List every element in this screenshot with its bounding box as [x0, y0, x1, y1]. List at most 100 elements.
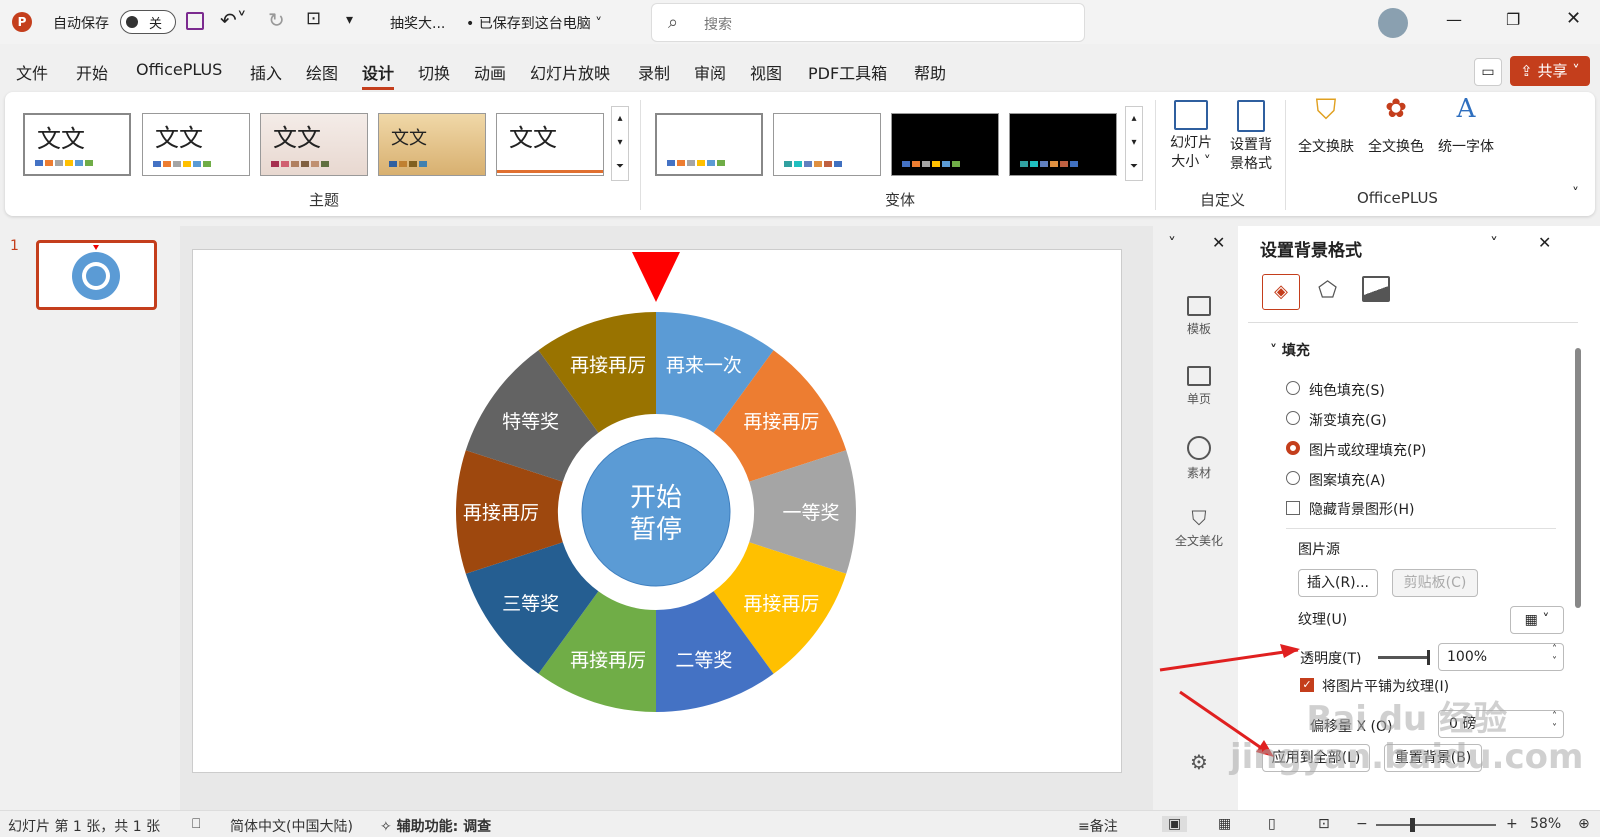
language[interactable]: 简体中文(中国大陆): [230, 816, 353, 836]
tab-design[interactable]: 设计: [362, 60, 395, 90]
fill-section-header[interactable]: ˅ 填充: [1270, 340, 1310, 360]
tab-insert[interactable]: 插入: [250, 60, 282, 84]
texture-picker[interactable]: ▦ ˅: [1510, 606, 1564, 634]
autosave-toggle[interactable]: 关: [120, 10, 176, 34]
prize-wheel[interactable]: 再来一次再接再厉一等奖再接再厉二等奖再接再厉三等奖再接再厉特等奖再接再厉开始暂停: [193, 250, 1123, 774]
slide-thumbnail[interactable]: [36, 240, 157, 310]
tab-view[interactable]: 视图: [750, 60, 782, 84]
hide-bg-label[interactable]: 隐藏背景图形(H): [1309, 499, 1414, 519]
slide-canvas[interactable]: 再来一次 再接再厉 一等奖 再接再厉 二等奖 再接再厉 三等奖 再接再厉 特等奖 再接再厉 开始 暂停: [192, 249, 1122, 773]
panel-close-icon[interactable]: ✕: [1538, 233, 1551, 252]
collapse-icon[interactable]: ˅: [1168, 234, 1176, 253]
notes-button[interactable]: ≡备注: [1078, 816, 1118, 836]
theme-5[interactable]: 文文: [496, 113, 604, 176]
accessibility[interactable]: ✧ 辅助功能: 调查: [380, 816, 491, 836]
zoom-in-icon[interactable]: +: [1506, 816, 1518, 832]
zoom-out-icon[interactable]: −: [1356, 816, 1368, 832]
variant-1[interactable]: [655, 113, 763, 176]
customize-quick-access-icon[interactable]: ▾: [346, 12, 353, 28]
tab-help[interactable]: 帮助: [914, 60, 946, 84]
comments-icon[interactable]: ▭: [1474, 58, 1502, 86]
tab-pdf-tools[interactable]: PDF工具箱: [808, 60, 887, 84]
redo-icon[interactable]: ↻: [268, 8, 285, 32]
search-box[interactable]: ⌕ 搜索: [651, 3, 1085, 42]
transparency-input[interactable]: 100% ˄ ˅: [1438, 643, 1564, 671]
pattern-fill-label[interactable]: 图案填充(A): [1309, 470, 1386, 490]
change-skin-button[interactable]: ⛉ 全文换肤: [1293, 96, 1359, 157]
effects-tab-icon[interactable]: ⬠: [1318, 278, 1337, 303]
picture-fill-label[interactable]: 图片或纹理填充(P): [1309, 440, 1426, 460]
texture-label: 纹理(U): [1298, 612, 1348, 628]
start-stop-label[interactable]: 暂停: [630, 515, 682, 545]
wheel-segment-label: 再接再厉: [463, 502, 539, 524]
zoom-slider[interactable]: [1376, 818, 1496, 832]
theme-gallery-scroll[interactable]: ▴ ▾ ⏷: [611, 106, 629, 181]
minimize-icon[interactable]: —: [1446, 10, 1462, 29]
restore-icon[interactable]: ❐: [1506, 10, 1520, 29]
picture-tab-icon[interactable]: [1362, 276, 1390, 302]
clipboard-button: 剪贴板(C): [1392, 569, 1478, 597]
theme-2[interactable]: 文文: [142, 113, 250, 176]
tab-transitions[interactable]: 切换: [418, 60, 450, 84]
wheel-segment-label: 再来一次: [666, 355, 742, 377]
insert-picture-button[interactable]: 插入(R)...: [1298, 569, 1378, 597]
wheel-segment-label: 再接再厉: [743, 411, 819, 433]
wheel-segment-label: 一等奖: [782, 502, 839, 524]
tab-animations[interactable]: 动画: [474, 60, 506, 84]
gradient-fill-label[interactable]: 渐变填充(G): [1309, 410, 1387, 430]
close-sidebar-icon[interactable]: ✕: [1212, 233, 1225, 252]
template-icon: [1187, 296, 1211, 316]
variant-4[interactable]: [1009, 113, 1117, 176]
slide-size-button[interactable]: 幻灯片 大小 ˅: [1163, 100, 1219, 172]
transparency-slider[interactable]: [1378, 650, 1430, 665]
share-button[interactable]: ⇪ 共享 ˅: [1510, 56, 1590, 86]
tab-record[interactable]: 录制: [638, 60, 670, 84]
slideshow-icon[interactable]: ⊡: [1318, 816, 1330, 832]
fill-tab-icon[interactable]: ◈: [1262, 274, 1300, 310]
reading-view-icon[interactable]: ▯: [1268, 816, 1276, 832]
gradient-fill-radio[interactable]: [1286, 411, 1300, 425]
undo-icon[interactable]: ↶˅: [220, 8, 247, 32]
normal-view-icon[interactable]: ▣: [1162, 816, 1188, 832]
solid-fill-radio[interactable]: [1286, 381, 1300, 395]
avatar[interactable]: [1378, 8, 1408, 38]
hide-bg-checkbox[interactable]: [1286, 501, 1300, 515]
tab-officeplus[interactable]: OfficePLUS: [136, 60, 222, 79]
sidebar-assets[interactable]: 素材: [1159, 436, 1239, 481]
theme-1[interactable]: 文文: [23, 113, 131, 176]
variant-gallery-scroll[interactable]: ▴ ▾ ⏷: [1125, 106, 1143, 181]
variant-3[interactable]: [891, 113, 999, 176]
tab-file[interactable]: 文件: [16, 60, 48, 84]
theme-3[interactable]: 文文: [260, 113, 368, 176]
solid-fill-label[interactable]: 纯色填充(S): [1309, 380, 1385, 400]
save-icon[interactable]: [186, 12, 204, 30]
spellcheck-icon[interactable]: ⎕: [192, 816, 200, 832]
tab-home[interactable]: 开始: [76, 60, 108, 84]
sidebar-beautify[interactable]: ⛉ 全文美化: [1159, 506, 1239, 549]
theme-4[interactable]: 文文: [378, 113, 486, 176]
pattern-fill-radio[interactable]: [1286, 471, 1300, 485]
group-label-theme: 主题: [309, 191, 340, 209]
sidebar-templates[interactable]: 模板: [1159, 296, 1239, 337]
sidebar-single-page[interactable]: 单页: [1159, 366, 1239, 407]
fit-to-window-icon[interactable]: ⊕: [1578, 816, 1590, 832]
format-background-button[interactable]: 设置背 景格式: [1223, 100, 1279, 174]
save-status[interactable]: • 已保存到这台电脑 ˅: [466, 13, 602, 33]
variant-2[interactable]: [773, 113, 881, 176]
tile-texture-label[interactable]: 将图片平铺为纹理(I): [1322, 676, 1449, 696]
tab-draw[interactable]: 绘图: [306, 60, 338, 84]
picture-fill-radio[interactable]: [1286, 441, 1300, 455]
start-stop-label[interactable]: 开始: [630, 483, 682, 513]
zoom-level[interactable]: 58%: [1530, 816, 1561, 832]
pointer-arrow: [632, 252, 680, 302]
slide-sorter-icon[interactable]: ▦: [1218, 816, 1231, 832]
panel-options-icon[interactable]: ˅: [1490, 234, 1498, 253]
tab-slideshow[interactable]: 幻灯片放映: [530, 60, 610, 84]
change-color-button[interactable]: ✿ 全文换色: [1363, 96, 1429, 157]
tab-review[interactable]: 审阅: [694, 60, 726, 84]
close-icon[interactable]: ✕: [1566, 8, 1581, 29]
collapse-ribbon-icon[interactable]: ˅: [1572, 186, 1579, 202]
present-icon[interactable]: ⊡: [306, 8, 321, 29]
unify-font-button[interactable]: A 统一字体: [1433, 96, 1499, 157]
panel-scrollbar[interactable]: [1574, 334, 1582, 726]
